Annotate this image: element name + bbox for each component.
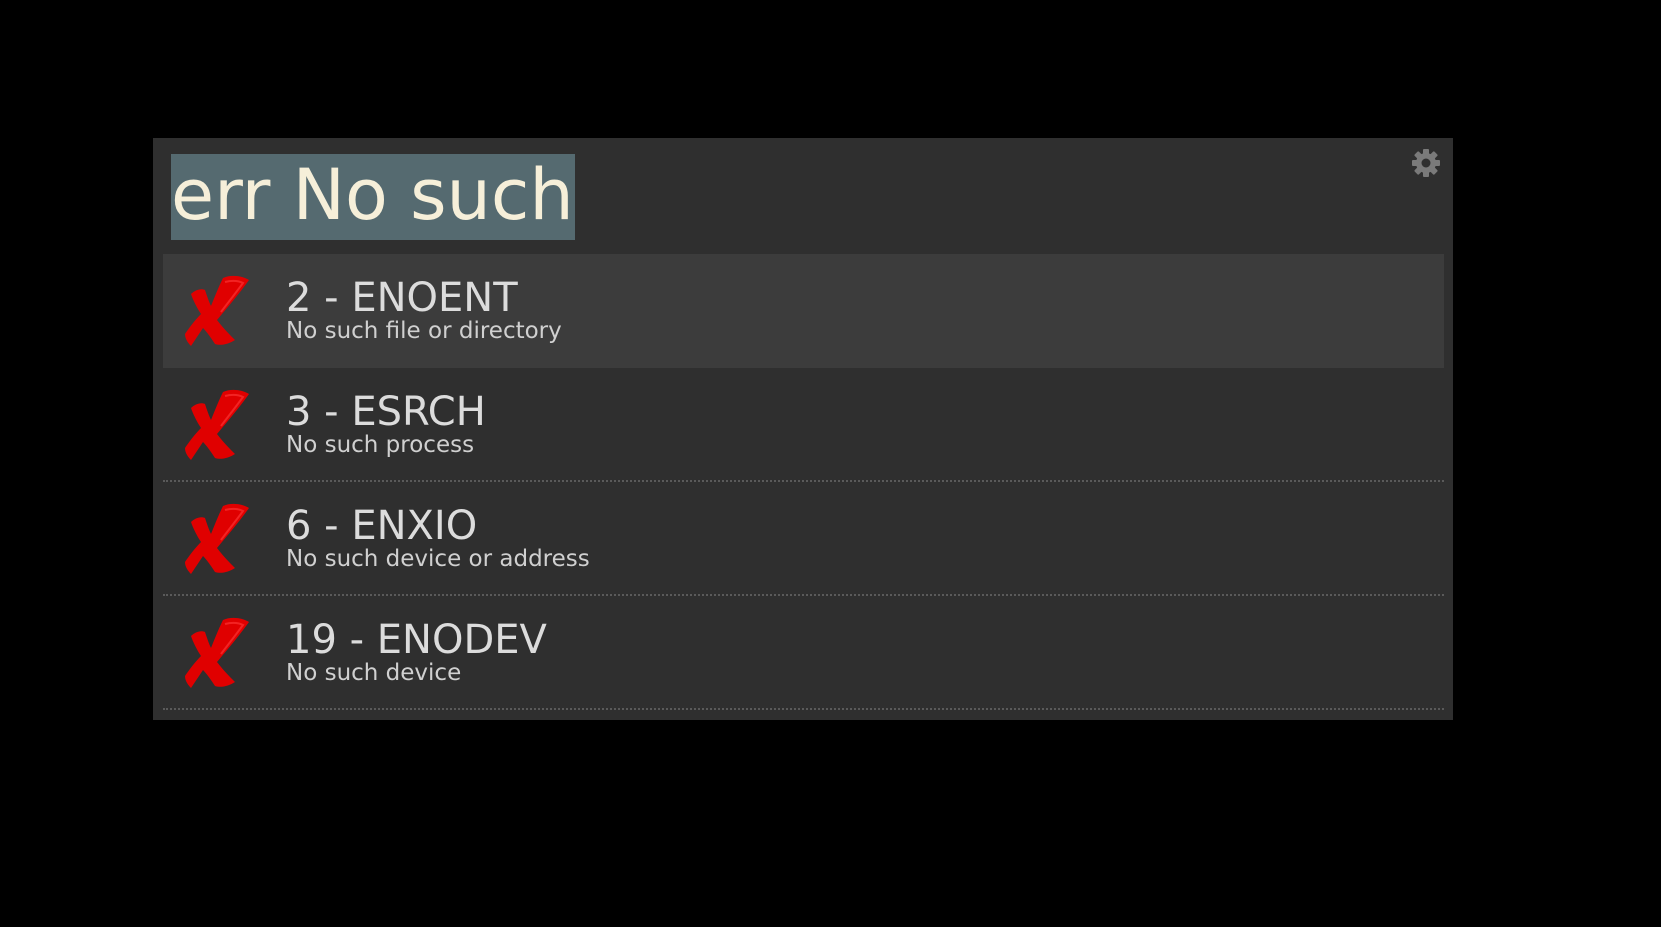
gear-icon[interactable] [1411, 148, 1441, 178]
result-title: 3 - ESRCH [286, 389, 486, 435]
result-row-esrch[interactable]: 3 - ESRCH No such process [163, 368, 1444, 482]
result-row-enoent[interactable]: 2 - ENOENT No such file or directory [163, 254, 1444, 368]
search-input[interactable]: err No such [171, 154, 575, 240]
result-description: No such device [286, 660, 462, 686]
error-x-icon [183, 386, 255, 462]
result-title: 6 - ENXIO [286, 503, 478, 549]
error-x-icon [183, 500, 255, 576]
result-description: No such process [286, 432, 475, 458]
result-description: No such device or address [286, 546, 590, 572]
result-title: 2 - ENOENT [286, 275, 518, 321]
result-title: 19 - ENODEV [286, 617, 547, 663]
result-row-enodev[interactable]: 19 - ENODEV No such device [163, 596, 1444, 710]
result-row-enxio[interactable]: 6 - ENXIO No such device or address [163, 482, 1444, 596]
launcher-window: err No such 2 - ENOENT No such file or d… [153, 138, 1453, 720]
error-x-icon [183, 614, 255, 690]
results-list: 2 - ENOENT No such file or directory 3 -… [163, 254, 1444, 710]
error-x-icon [183, 272, 255, 348]
search-row: err No such [153, 138, 1453, 254]
result-description: No such file or directory [286, 318, 562, 344]
